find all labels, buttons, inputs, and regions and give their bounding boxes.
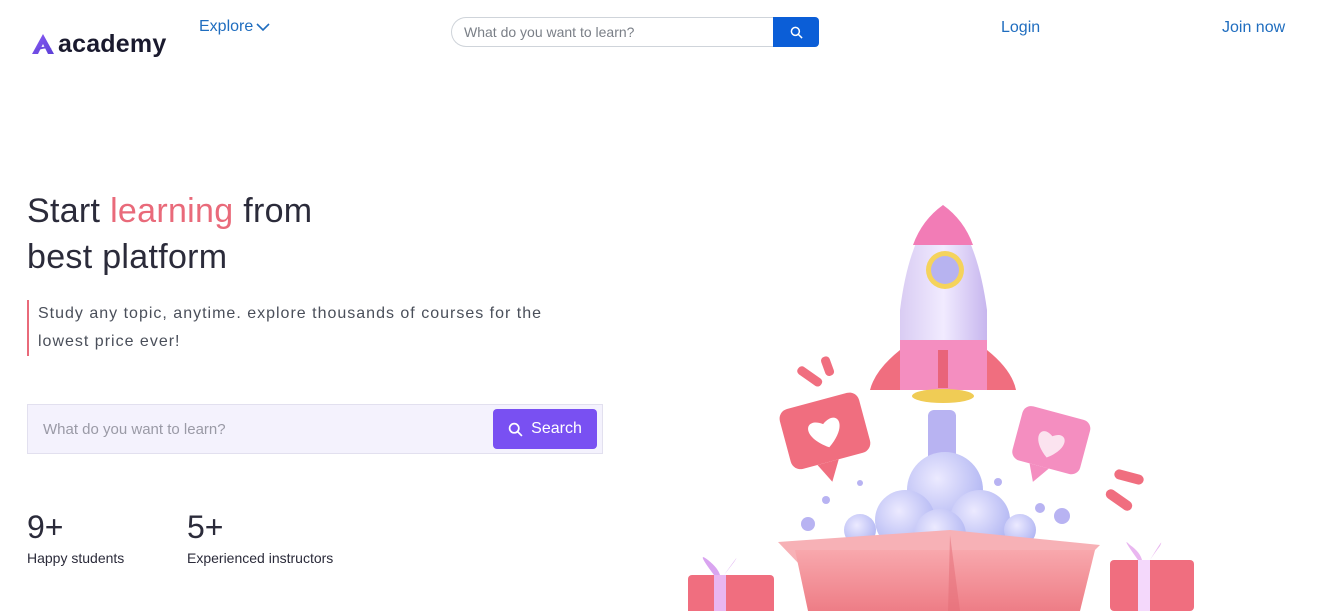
header-search-input[interactable] [451,17,773,47]
header-search-button[interactable] [773,17,819,47]
login-link[interactable]: Login [1001,19,1040,37]
explore-menu[interactable]: Explore [199,18,270,36]
join-now-link[interactable]: Join now [1222,19,1285,37]
stat-label: Experienced instructors [187,550,334,566]
hero-search: Search [27,404,603,454]
stat-experienced-instructors: 5+ Experienced instructors [187,508,333,566]
stat-label: Happy students [27,550,125,566]
header-search [451,17,819,47]
logo[interactable]: academy [30,30,166,58]
hero-title-part2: from [233,192,313,230]
academy-logo-icon [32,34,54,54]
hero-title-part1: Start [27,192,111,230]
hero-title: Start learning from best platform [27,188,312,280]
logo-text: academy [58,30,167,58]
hero-search-button[interactable]: Search [493,409,597,449]
stat-value: 5+ [187,509,224,545]
hero-search-input[interactable] [28,405,493,453]
chevron-down-icon [256,23,270,32]
hero-title-accent: learning [110,192,234,230]
hero-title-line2: best platform [27,238,228,276]
search-icon [790,26,803,39]
hero-subtitle: Study any topic, anytime. explore thousa… [27,300,567,356]
rocket-illustration [688,205,1194,611]
explore-label: Explore [199,18,254,35]
stat-value: 9+ [27,509,64,545]
site-header: academy Explore Login Join now [0,0,1340,64]
search-icon [508,422,523,437]
hero-search-button-label: Search [531,420,582,437]
stat-happy-students: 9+ Happy students [27,508,124,566]
